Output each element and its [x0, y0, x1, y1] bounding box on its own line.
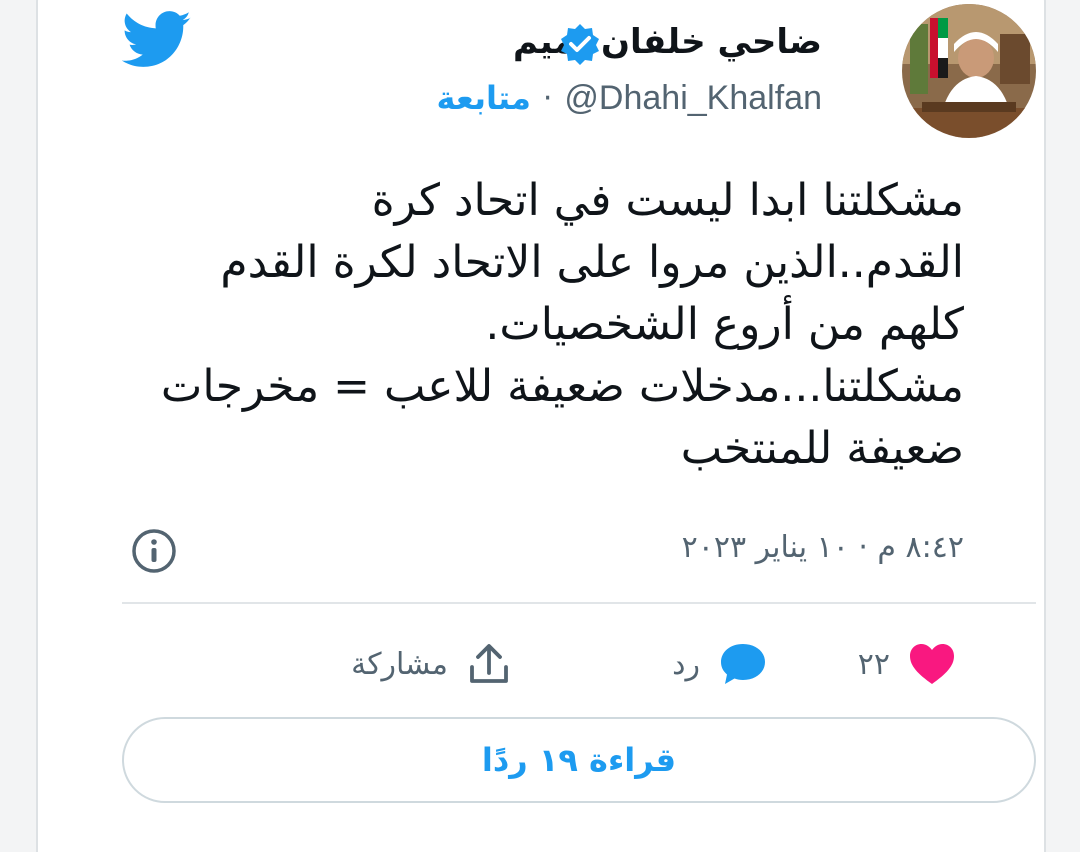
author-handle-row: متابعة · @Dhahi_Khalfan: [437, 76, 823, 120]
divider: [122, 602, 1036, 604]
heart-icon: [910, 644, 954, 684]
share-button[interactable]: مشاركة: [351, 638, 512, 690]
verified-badge-icon: [558, 22, 602, 66]
tweet-timestamp[interactable]: ٨:٤٢ م · ١٠ يناير ٢٠٢٣: [682, 530, 964, 565]
reply-button[interactable]: رد: [672, 638, 768, 690]
separator-dot: ·: [542, 80, 553, 116]
read-replies-button[interactable]: قراءة ١٩ ردًا: [122, 717, 1036, 803]
reply-bubble-icon: [721, 644, 765, 684]
info-icon[interactable]: [130, 527, 178, 575]
author-handle[interactable]: @Dhahi_Khalfan: [564, 79, 822, 118]
reply-label: رد: [672, 646, 700, 682]
author-avatar[interactable]: [902, 4, 1036, 138]
share-icon: [470, 644, 508, 683]
share-label: مشاركة: [351, 646, 448, 682]
follow-button[interactable]: متابعة: [437, 79, 531, 117]
twitter-logo-icon[interactable]: [121, 10, 192, 70]
tweet-text: مشكلتنا ابدا ليست في اتحاد كرة القدم..ال…: [160, 175, 964, 474]
tweet-card: ضاحي خلفان تميم متابعة · @Dhahi_Khalfan …: [36, 0, 1046, 852]
like-button[interactable]: ٢٢: [858, 638, 956, 690]
page: ضاحي خلفان تميم متابعة · @Dhahi_Khalfan …: [0, 0, 1080, 852]
like-count: ٢٢: [857, 646, 890, 682]
